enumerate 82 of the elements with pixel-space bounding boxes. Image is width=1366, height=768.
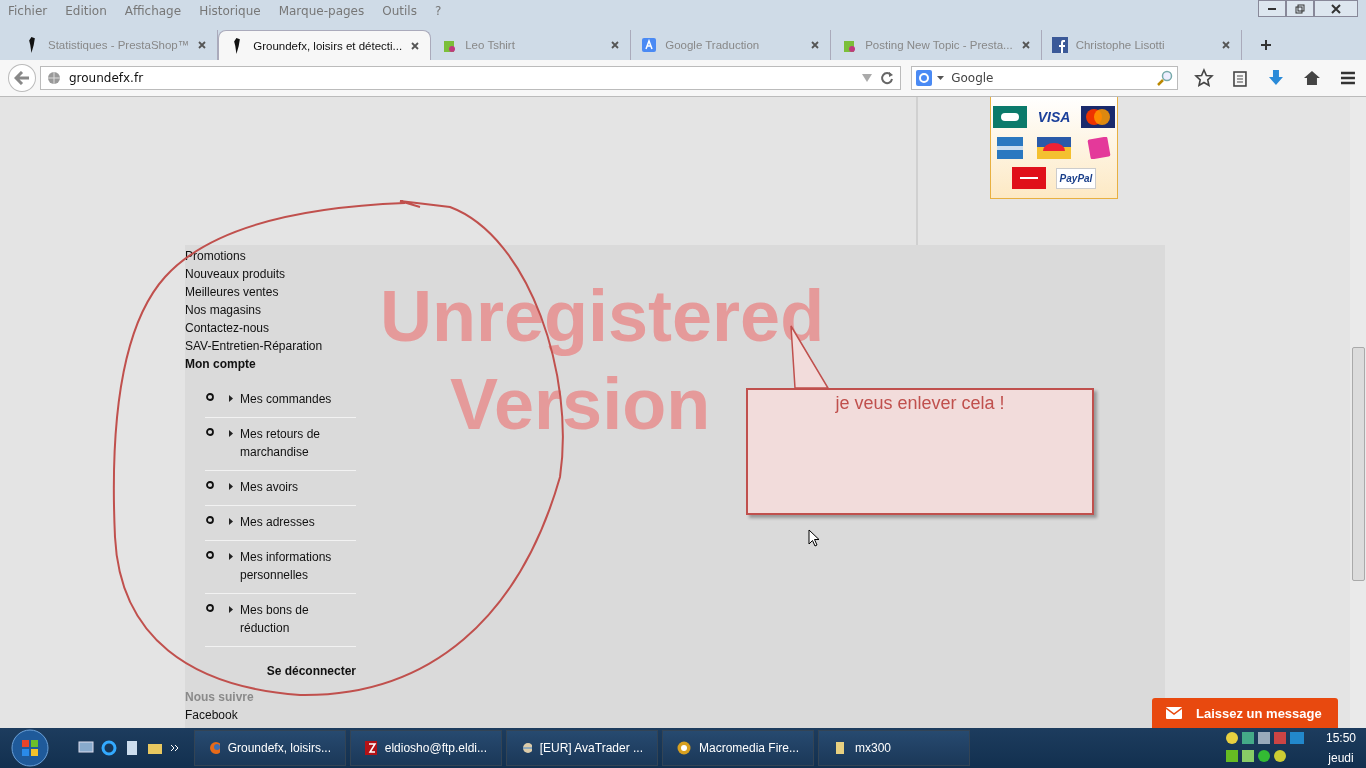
close-icon xyxy=(1331,3,1341,14)
close-tab-icon[interactable] xyxy=(1220,40,1231,50)
restore-icon xyxy=(1295,3,1305,14)
bullet-icon xyxy=(206,393,214,401)
chevron-icon[interactable] xyxy=(170,743,180,753)
envelope-icon xyxy=(1166,707,1182,719)
google-icon xyxy=(916,70,933,86)
close-tab-icon[interactable] xyxy=(610,40,621,50)
bullet-icon xyxy=(206,604,214,612)
close-tab-icon[interactable] xyxy=(410,40,421,51)
star-icon[interactable] xyxy=(1194,68,1215,88)
notepad-icon[interactable] xyxy=(124,740,140,756)
section-heading: Nous suivre xyxy=(185,689,254,706)
taskbar-button[interactable]: Macromedia Fire... xyxy=(662,730,814,766)
address-field[interactable]: groundefx.fr xyxy=(39,66,902,90)
reload-icon[interactable] xyxy=(880,71,895,85)
minimize-icon xyxy=(1268,7,1276,10)
account-link[interactable]: Mes informations personnelles xyxy=(240,548,356,584)
footer-link[interactable]: SAV-Entretien-Réparation xyxy=(185,337,323,355)
triangle-icon xyxy=(229,518,233,525)
triangle-icon xyxy=(229,553,233,560)
account-link[interactable]: Mes retours de marchandise xyxy=(240,425,356,461)
footer-link[interactable]: Meilleures ventes xyxy=(185,283,279,301)
footer-link[interactable]: Promotions xyxy=(185,247,246,265)
minimize-button[interactable] xyxy=(1258,0,1286,17)
account-link[interactable]: Mes adresses xyxy=(240,513,315,531)
triangle-icon xyxy=(229,430,233,437)
card-logo: VISA xyxy=(1037,108,1071,125)
logout-link[interactable]: Se déconnecter xyxy=(266,664,356,678)
footer-link[interactable]: Contactez-nous xyxy=(185,319,270,337)
clock-time: 15:50 xyxy=(1326,731,1356,745)
translate-icon xyxy=(641,37,658,53)
taskbar-button[interactable]: Groundefx, loisirs... xyxy=(194,730,346,766)
footer-link[interactable]: Nouveaux produits xyxy=(185,265,286,283)
search-icon[interactable] xyxy=(1157,70,1174,86)
taskbar-button[interactable]: [EUR] AvaTrader ... xyxy=(506,730,658,766)
close-tab-icon[interactable] xyxy=(197,40,208,50)
globe-icon xyxy=(46,71,61,85)
account-link[interactable]: Mes avoirs xyxy=(240,478,298,496)
taskbar-button[interactable]: mx300 xyxy=(818,730,970,766)
triangle-icon xyxy=(229,395,233,402)
search-bar[interactable]: Google xyxy=(911,66,1179,90)
facebook-icon xyxy=(1051,37,1068,53)
start-button[interactable] xyxy=(10,728,50,768)
taskbar-button[interactable]: eldiosho@ftp.eldi... xyxy=(350,730,502,766)
back-arrow-icon xyxy=(13,71,30,85)
section-heading: Mon compte xyxy=(185,356,256,373)
sunrise-card-logo-icon xyxy=(1037,136,1071,159)
mastercard-logo-icon xyxy=(1081,105,1115,128)
globe-icon xyxy=(521,741,532,755)
triangle-icon xyxy=(229,606,233,613)
bullet-icon xyxy=(206,551,214,559)
account-link[interactable]: Mes commandes xyxy=(240,390,332,408)
chat-button[interactable]: Laissez un message xyxy=(1152,698,1338,728)
folder-icon xyxy=(833,741,847,755)
browser-e-icon[interactable] xyxy=(101,740,117,756)
bank-card-logo-icon xyxy=(993,105,1027,128)
figure-icon xyxy=(234,37,241,54)
restore-button[interactable] xyxy=(1286,0,1314,17)
payment-logo: PayPal xyxy=(1055,167,1097,189)
figure-icon xyxy=(29,37,35,53)
browser-tab[interactable]: Groundefx, loisirs et détecti... xyxy=(218,30,432,60)
footer-link[interactable]: Nos magasins xyxy=(185,301,262,319)
close-tab-icon[interactable] xyxy=(1020,40,1031,50)
search-input[interactable]: Google xyxy=(949,70,1153,86)
callout-text: je veus enlever cela ! xyxy=(835,393,1005,415)
triangle-icon xyxy=(229,483,233,490)
new-tab-icon[interactable] xyxy=(1259,39,1272,51)
clock-day: jeudi xyxy=(1328,751,1354,765)
back-button[interactable] xyxy=(8,64,36,92)
close-button[interactable] xyxy=(1314,0,1358,17)
account-link[interactable]: Mes bons de réduction xyxy=(240,601,356,637)
close-tab-icon[interactable] xyxy=(810,40,821,50)
dropdown-icon[interactable] xyxy=(937,76,945,80)
cursor-icon xyxy=(808,529,820,547)
scrollbar[interactable] xyxy=(1350,97,1366,728)
bullet-icon xyxy=(206,481,214,489)
bullet-icon xyxy=(206,428,214,436)
desktop-icon[interactable] xyxy=(78,740,94,756)
footer-link[interactable]: Facebook xyxy=(185,706,238,724)
bullet-icon xyxy=(206,516,214,524)
filezilla-icon xyxy=(365,741,377,755)
